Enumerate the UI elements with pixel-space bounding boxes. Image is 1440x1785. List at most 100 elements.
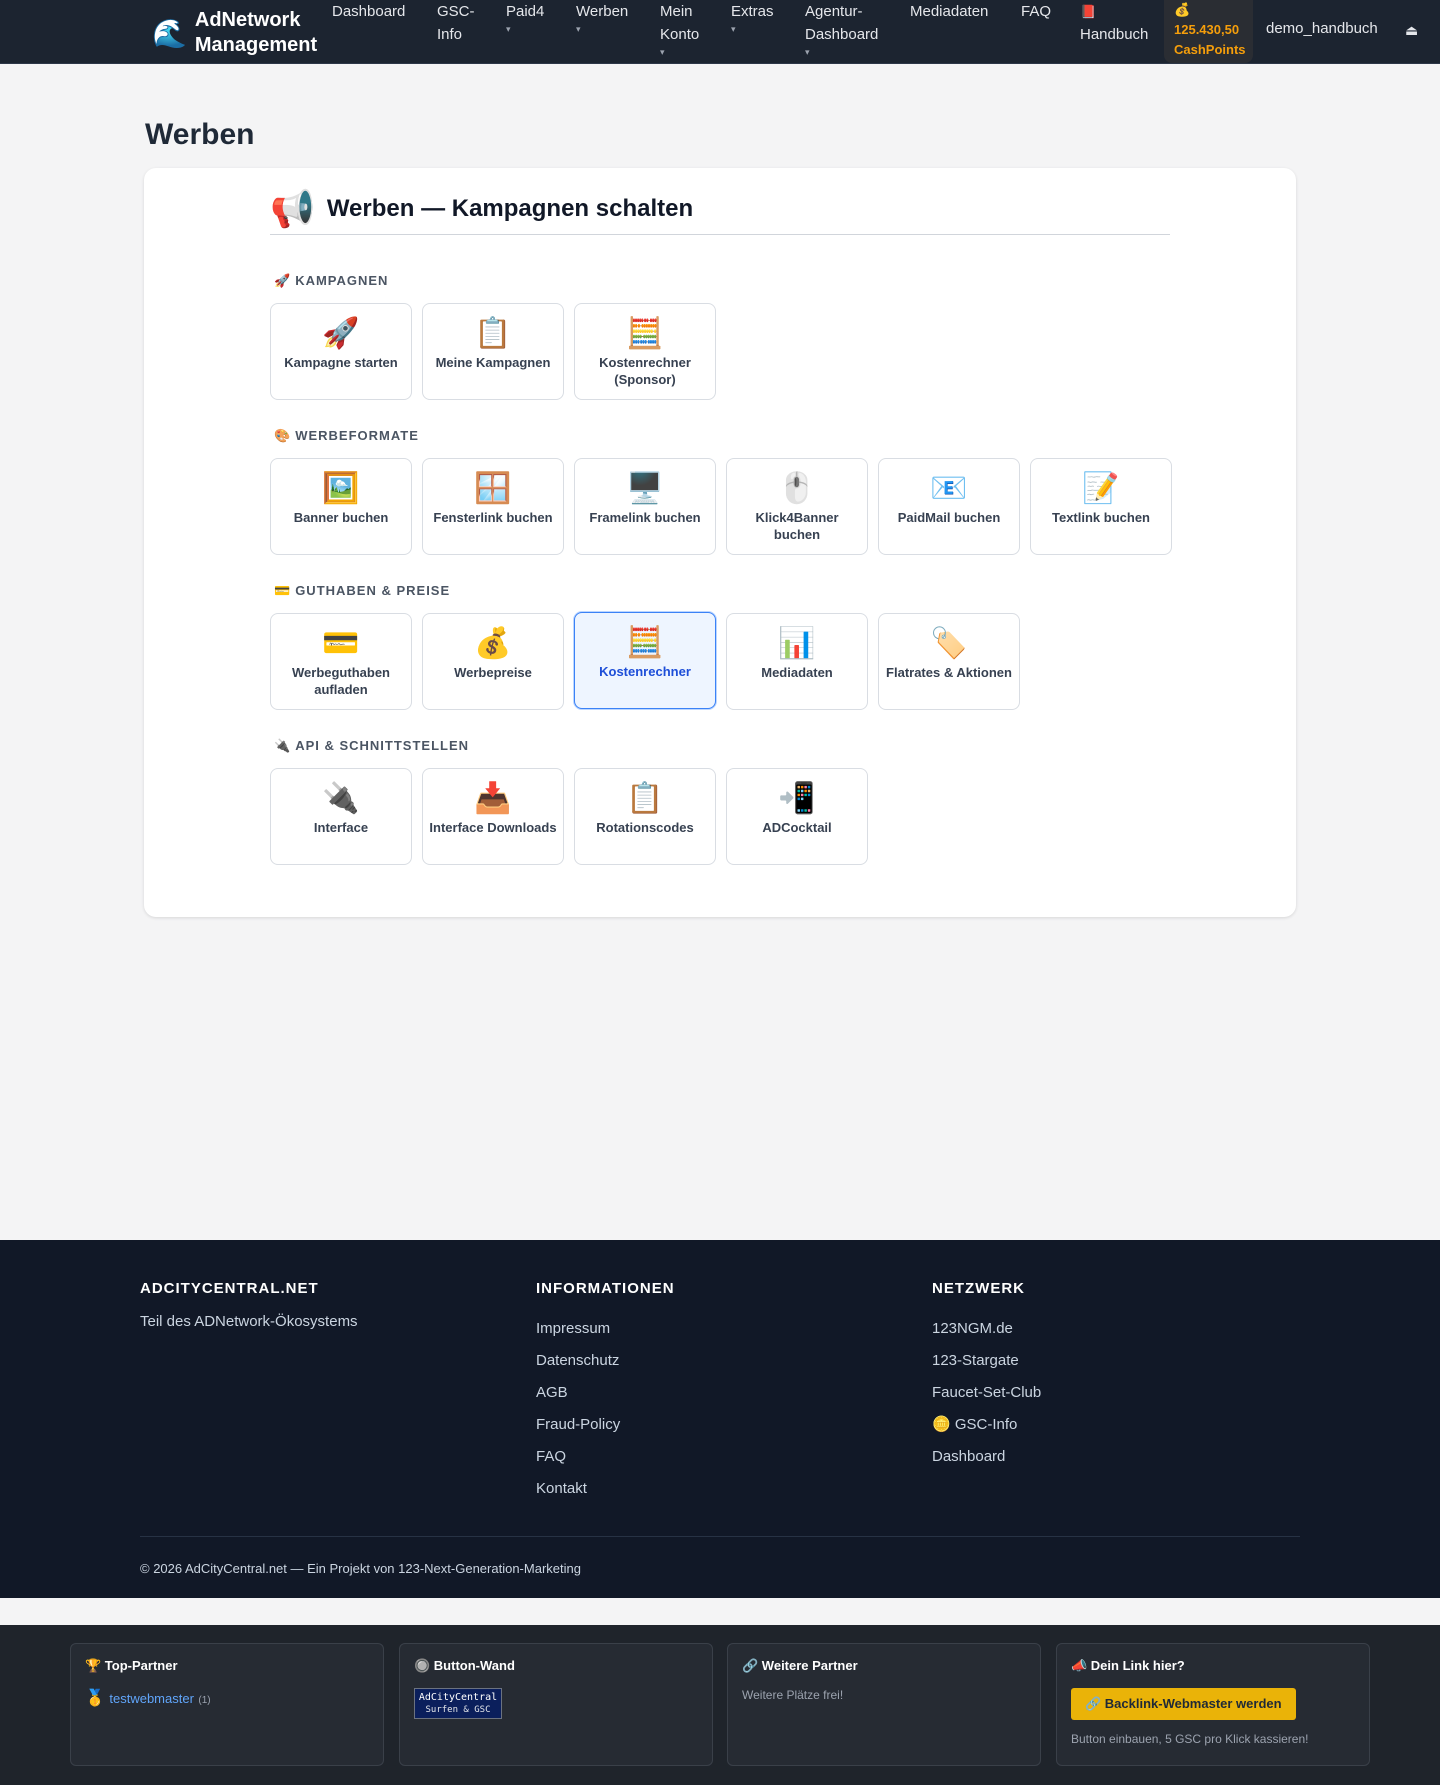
footer-link-faq[interactable]: FAQ bbox=[536, 1441, 675, 1473]
section-label-kampagnen: 🚀 KAMPAGNEN bbox=[274, 273, 389, 288]
abacus-icon: 🧮 bbox=[626, 626, 664, 659]
tile-werbeguthaben-aufladen[interactable]: 💳 Werbeguthaben aufladen bbox=[270, 613, 412, 710]
nav-handbuch[interactable]: 📕 Handbuch bbox=[1080, 0, 1148, 46]
cashpoints-badge[interactable]: 💰 125.430,50 CashPoints bbox=[1164, 0, 1253, 63]
nav-dashboard[interactable]: Dashboard bbox=[332, 0, 405, 23]
tile-paidmail-buchen[interactable]: 📧 PaidMail buchen bbox=[878, 458, 1020, 555]
footer-link-gsc-info[interactable]: 🪙 GSC-Info bbox=[932, 1409, 1041, 1441]
nav-werben[interactable]: Werben ▾ bbox=[576, 0, 628, 35]
footer-copyright: © 2026 AdCityCentral.net — Ein Projekt v… bbox=[140, 1561, 581, 1576]
footer-link-kontakt[interactable]: Kontakt bbox=[536, 1473, 675, 1505]
tile-mediadaten[interactable]: 📊 Mediadaten bbox=[726, 613, 868, 710]
tile-interface[interactable]: 🔌 Interface bbox=[270, 768, 412, 865]
werben-card: 📢 Werben — Kampagnen schalten 🚀 KAMPAGNEN… bbox=[144, 168, 1296, 917]
nav-extras[interactable]: Extras ▾ bbox=[731, 0, 774, 35]
tile-adcocktail[interactable]: 📲 ADCocktail bbox=[726, 768, 868, 865]
tile-rotationscodes[interactable]: 📋 Rotationscodes bbox=[574, 768, 716, 865]
nav-gsc-info[interactable]: GSC-Info bbox=[437, 0, 481, 46]
card-title: Werben — Kampagnen schalten bbox=[326, 195, 694, 222]
tile-interface-downloads[interactable]: 📥 Interface Downloads bbox=[422, 768, 564, 865]
footer-link-fraud-policy[interactable]: Fraud-Policy bbox=[536, 1409, 675, 1441]
chevron-down-icon: ▾ bbox=[731, 24, 736, 34]
clipboard-icon: 📋 bbox=[626, 782, 664, 815]
rocket-icon: 🚀 bbox=[274, 273, 292, 288]
nav-agentur-dashboard[interactable]: Agentur-Dashboard ▾ bbox=[805, 0, 885, 58]
wave-icon: 🌊 bbox=[152, 17, 187, 49]
tile-klick4banner-buchen[interactable]: 🖱️ Klick4Banner buchen bbox=[726, 458, 868, 555]
page-title: Werben bbox=[145, 118, 255, 151]
tile-banner-buchen[interactable]: 🖼️ Banner buchen bbox=[270, 458, 412, 555]
footer-about-text: Teil des ADNetwork-Ökosystems bbox=[140, 1313, 358, 1330]
card-header: 📢 Werben — Kampagnen schalten bbox=[270, 190, 1170, 235]
more-partners-text: Weitere Plätze frei! bbox=[742, 1688, 844, 1702]
plug-icon: 🔌 bbox=[322, 782, 360, 815]
memo-icon: 📝 bbox=[1082, 472, 1120, 505]
label-tag-icon: 🏷️ bbox=[930, 627, 968, 660]
section-label-api-schnittstellen: 🔌 API & SCHNITTSTELLEN bbox=[274, 738, 470, 753]
footer-link-impressum[interactable]: Impressum bbox=[536, 1313, 675, 1345]
megaphone-icon: 📢 bbox=[270, 188, 315, 229]
your-link-text: Button einbauen, 5 GSC pro Klick kassier… bbox=[1071, 1732, 1309, 1746]
footer-col-about: ADCITYCENTRAL.NET Teil des ADNetwork-Öko… bbox=[140, 1280, 358, 1330]
footer-link-123ngm[interactable]: 123NGM.de bbox=[932, 1313, 1041, 1345]
credit-card-icon: 💳 bbox=[322, 627, 360, 660]
bar-chart-icon: 📊 bbox=[778, 627, 816, 660]
tile-kostenrechner[interactable]: 🧮 Kostenrechner bbox=[574, 612, 716, 709]
brand-name: AdNetwork Management bbox=[194, 9, 318, 56]
adcitycentral-banner-button[interactable]: AdCityCentral Surfen & GSC bbox=[414, 1688, 502, 1719]
footer-link-dashboard[interactable]: Dashboard bbox=[932, 1441, 1041, 1473]
abacus-icon: 🧮 bbox=[626, 317, 664, 350]
footer-heading: INFORMATIONEN bbox=[536, 1280, 675, 1297]
framed-picture-icon: 🖼️ bbox=[322, 472, 360, 505]
tile-werbepreise[interactable]: 💰 Werbepreise bbox=[422, 613, 564, 710]
partner-count: (1) bbox=[198, 1695, 211, 1706]
book-icon: 📕 bbox=[1080, 4, 1097, 19]
mouse-icon: 🖱️ bbox=[778, 472, 816, 505]
footer-divider bbox=[140, 1536, 1300, 1537]
footer-link-123-stargate[interactable]: 123-Stargate bbox=[932, 1345, 1041, 1377]
tile-kampagne-starten[interactable]: 🚀 Kampagne starten bbox=[270, 303, 412, 400]
nav-paid4[interactable]: Paid4 ▾ bbox=[506, 0, 544, 35]
partner-link-testwebmaster[interactable]: testwebmaster bbox=[109, 1691, 194, 1706]
your-link-title: 📣 Dein Link hier? bbox=[1071, 1658, 1185, 1673]
tile-kostenrechner-sponsor[interactable]: 🧮 Kostenrechner (Sponsor) bbox=[574, 303, 716, 400]
section-label-werbeformate: 🎨 WERBEFORMATE bbox=[274, 428, 419, 443]
username-link[interactable]: demo_handbuch bbox=[1266, 20, 1378, 37]
backlink-webmaster-button[interactable]: 🔗 Backlink-Webmaster werden bbox=[1071, 1688, 1296, 1720]
plug-icon: 🔌 bbox=[274, 738, 292, 753]
clipboard-icon: 📋 bbox=[474, 317, 512, 350]
credit-card-icon: 💳 bbox=[274, 583, 292, 598]
window-icon: 🪟 bbox=[474, 472, 512, 505]
footer-heading: ADCITYCENTRAL.NET bbox=[140, 1280, 319, 1297]
tile-textlink-buchen[interactable]: 📝 Textlink buchen bbox=[1030, 458, 1172, 555]
footer-link-agb[interactable]: AGB bbox=[536, 1377, 675, 1409]
site-footer: ADCITYCENTRAL.NET Teil des ADNetwork-Öko… bbox=[0, 1240, 1440, 1598]
button-wall-box: 🔘 Button-Wand AdCityCentral Surfen & GSC bbox=[399, 1643, 713, 1766]
tile-fensterlink-buchen[interactable]: 🪟 Fensterlink buchen bbox=[422, 458, 564, 555]
palette-icon: 🎨 bbox=[274, 428, 292, 443]
nav-mediadaten[interactable]: Mediadaten bbox=[910, 0, 988, 23]
money-bag-icon: 💰 bbox=[474, 627, 512, 660]
email-icon: 📧 bbox=[930, 472, 968, 505]
footer-link-datenschutz[interactable]: Datenschutz bbox=[536, 1345, 675, 1377]
mobile-phone-arrow-icon: 📲 bbox=[778, 782, 816, 815]
top-navbar: 🌊 AdNetwork Management Dashboard GSC-Inf… bbox=[0, 0, 1440, 64]
tile-framelink-buchen[interactable]: 🖥️ Framelink buchen bbox=[574, 458, 716, 555]
your-link-box: 📣 Dein Link hier? 🔗 Backlink-Webmaster w… bbox=[1056, 1643, 1370, 1766]
nav-mein-konto[interactable]: Mein Konto ▾ bbox=[660, 0, 710, 58]
chevron-down-icon: ▾ bbox=[506, 24, 511, 34]
inbox-tray-icon: 📥 bbox=[474, 782, 512, 815]
top-partner-title: 🏆 Top-Partner bbox=[85, 1658, 178, 1673]
chevron-down-icon: ▾ bbox=[576, 24, 581, 34]
tile-flatrates-aktionen[interactable]: 🏷️ Flatrates & Aktionen bbox=[878, 613, 1020, 710]
top-partner-box: 🏆 Top-Partner 🥇 testwebmaster (1) bbox=[70, 1643, 384, 1766]
partner-bar: 🏆 Top-Partner 🥇 testwebmaster (1) 🔘 Butt… bbox=[0, 1625, 1440, 1785]
nav-faq[interactable]: FAQ bbox=[1021, 0, 1051, 23]
brand[interactable]: 🌊 AdNetwork Management bbox=[152, 8, 345, 58]
money-bag-icon: 💰 bbox=[1174, 2, 1191, 17]
rocket-icon: 🚀 bbox=[322, 317, 360, 350]
more-partners-title: 🔗 Weitere Partner bbox=[742, 1658, 858, 1673]
tile-meine-kampagnen[interactable]: 📋 Meine Kampagnen bbox=[422, 303, 564, 400]
logout-icon[interactable]: ⏏ bbox=[1405, 22, 1418, 39]
footer-link-faucet-set-club[interactable]: Faucet-Set-Club bbox=[932, 1377, 1041, 1409]
